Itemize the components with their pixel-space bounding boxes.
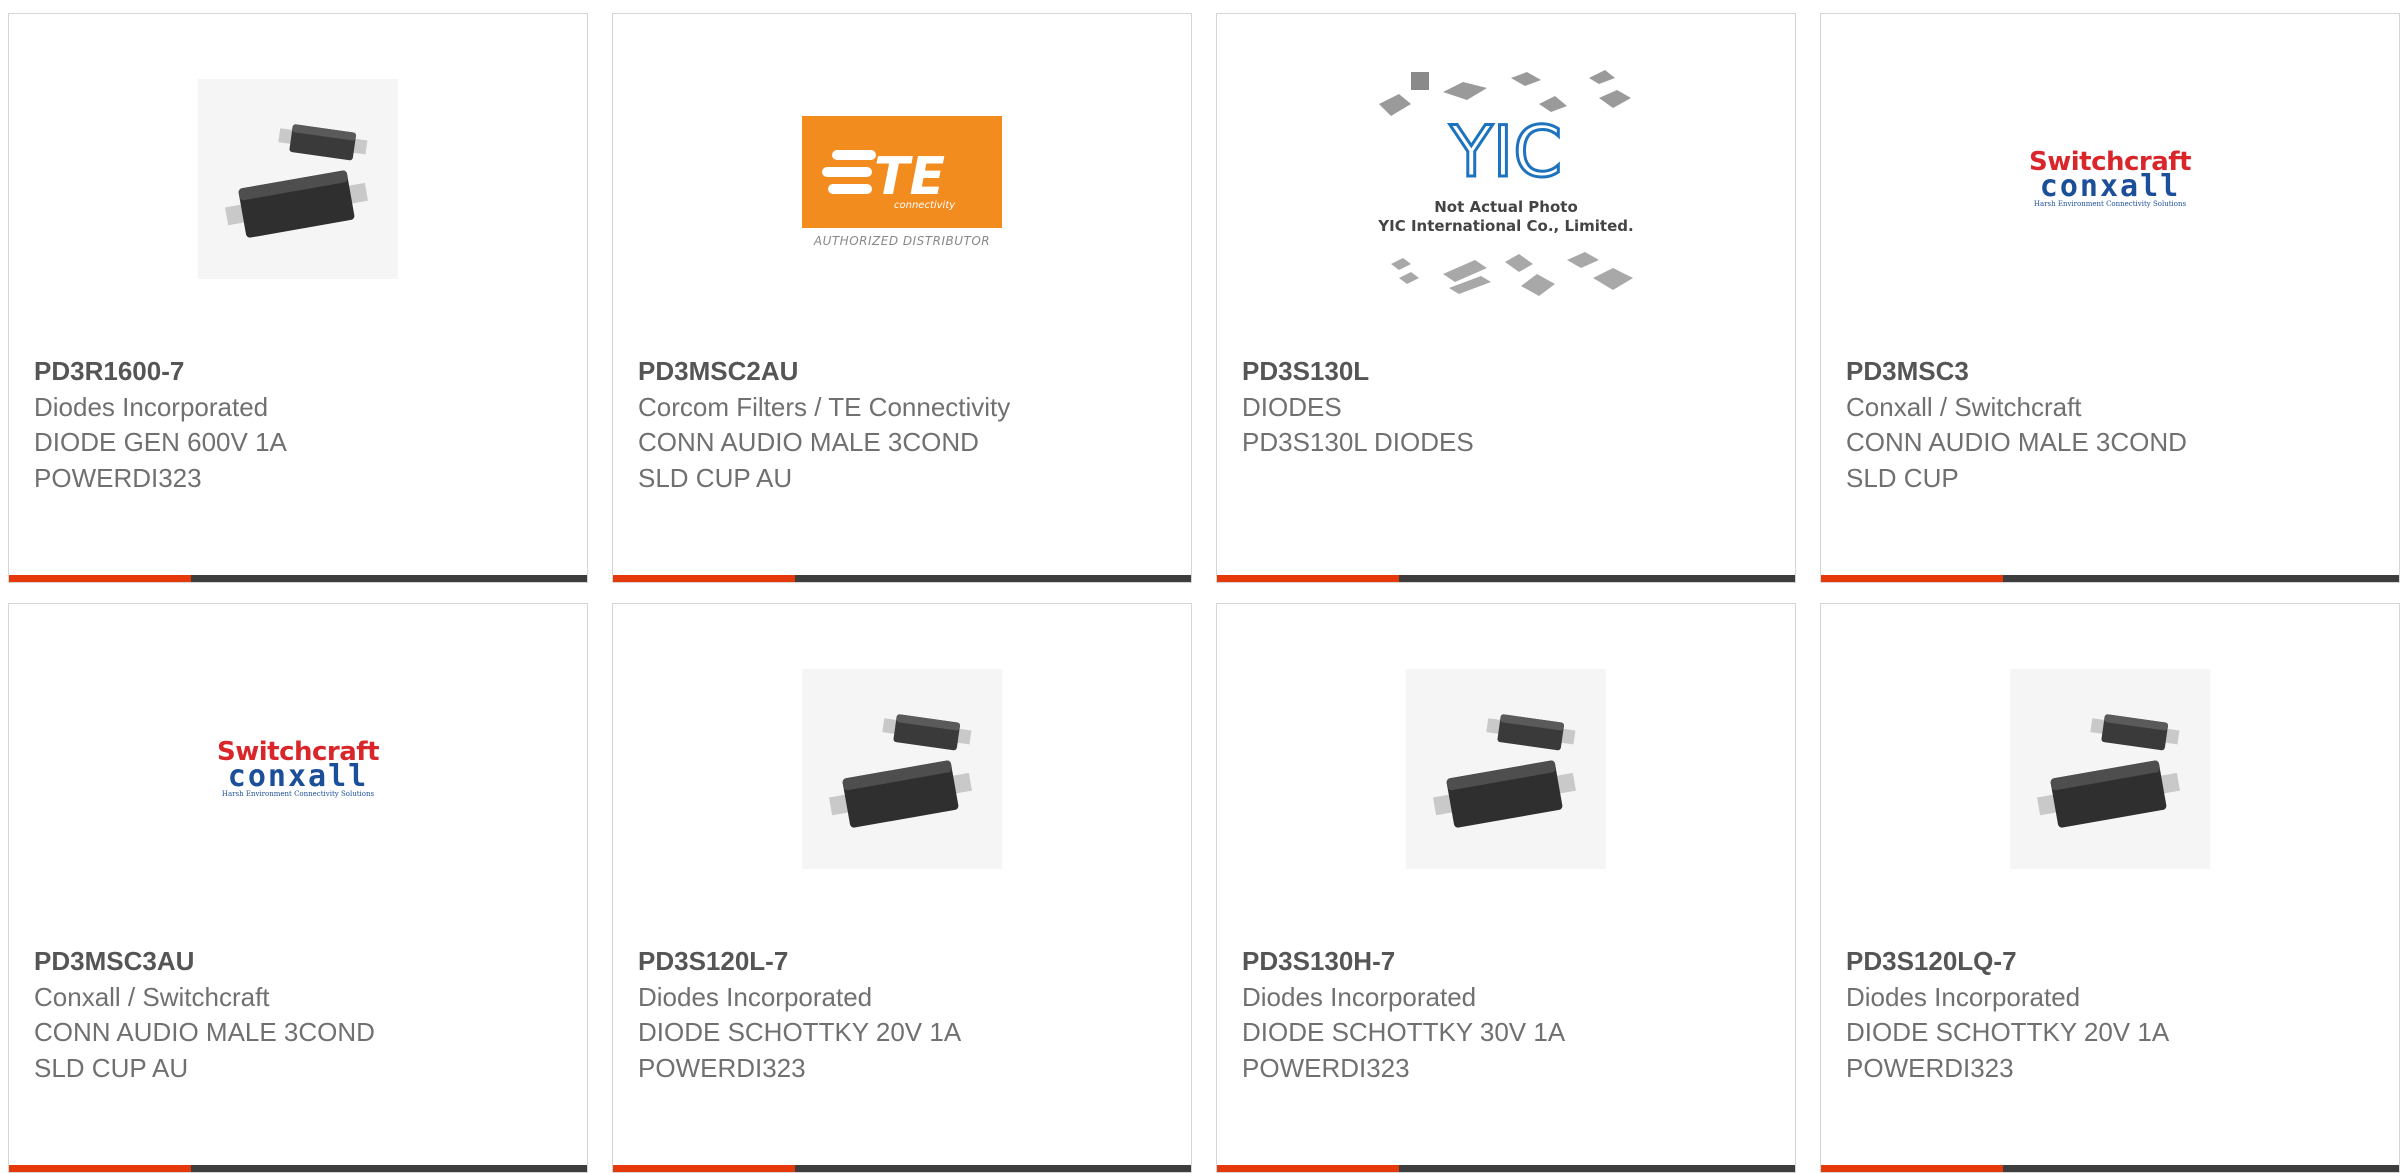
description-line1: DIODE SCHOTTKY 30V 1A	[1242, 1017, 1566, 1047]
product-text: PD3S130L DIODES PD3S130L DIODES	[1242, 354, 1775, 461]
product-image[interactable]	[9, 14, 587, 344]
product-image[interactable]: Switchcraft conxall Harsh Environment Co…	[1821, 14, 2399, 344]
product-text: PD3MSC3 Conxall / Switchcraft CONN AUDIO…	[1846, 354, 2379, 496]
part-number[interactable]: PD3S120L-7	[638, 944, 1171, 980]
te-logo-box: TE connectivity	[802, 115, 1002, 228]
product-grid: PD3R1600-7 Diodes Incorporated DIODE GEN…	[8, 13, 2400, 1173]
switchcraft-conxall-logo: Switchcraft conxall Harsh Environment Co…	[193, 739, 403, 799]
card-bottom-bar	[1821, 575, 2399, 582]
card-accent	[1217, 1165, 1399, 1172]
description-line1: CONN AUDIO MALE 3COND	[638, 427, 979, 457]
description-line1: DIODE SCHOTTKY 20V 1A	[638, 1017, 962, 1047]
svg-text:YIC: YIC	[1449, 111, 1562, 193]
description-line1: DIODE GEN 600V 1A	[34, 427, 287, 457]
yic-placeholder: YIC Not Actual Photo YIC International C…	[1371, 64, 1641, 314]
placeholder-line2: YIC International Co., Limited.	[1378, 217, 1634, 235]
logo-subtitle: Harsh Environment Connectivity Solutions	[2033, 200, 2187, 208]
product-text: PD3S120LQ-7 Diodes Incorporated DIODE SC…	[1846, 944, 2379, 1086]
description-line2: POWERDI323	[34, 462, 202, 493]
diode-package-icon	[1406, 669, 1606, 869]
card-accent	[1821, 1165, 2003, 1172]
product-text: PD3S130H-7 Diodes Incorporated DIODE SCH…	[1242, 944, 1775, 1086]
card-bottom-bar	[1217, 1165, 1795, 1172]
description-line2: SLD CUP AU	[34, 1052, 189, 1083]
card-accent	[1821, 575, 2003, 582]
manufacturer: Diodes Incorporated	[34, 391, 269, 422]
part-number[interactable]: PD3S130H-7	[1242, 944, 1775, 980]
manufacturer: Corcom Filters / TE Connectivity	[638, 391, 1011, 422]
logo-subtitle: Harsh Environment Connectivity Solutions	[221, 790, 375, 798]
product-image[interactable]: YIC Not Actual Photo YIC International C…	[1217, 14, 1795, 344]
description-line1: CONN AUDIO MALE 3COND	[34, 1017, 375, 1047]
card-accent	[9, 575, 191, 582]
part-number[interactable]: PD3S130L	[1242, 354, 1775, 390]
product-card[interactable]: PD3S120L-7 Diodes Incorporated DIODE SCH…	[612, 603, 1192, 1173]
manufacturer: DIODES	[1242, 391, 1342, 422]
manufacturer: Conxall / Switchcraft	[34, 981, 270, 1012]
card-bottom-bar	[613, 1165, 1191, 1172]
manufacturer: Diodes Incorporated	[1242, 981, 1477, 1012]
product-card[interactable]: Switchcraft conxall Harsh Environment Co…	[1820, 13, 2400, 583]
manufacturer: Diodes Incorporated	[1846, 981, 2081, 1012]
card-accent	[613, 575, 795, 582]
product-text: PD3R1600-7 Diodes Incorporated DIODE GEN…	[34, 354, 567, 496]
svg-text:TE: TE	[874, 147, 945, 207]
description-line2: POWERDI323	[638, 1052, 806, 1083]
part-number[interactable]: PD3S120LQ-7	[1846, 944, 2379, 980]
product-image[interactable]: TE connectivity AUTHORIZED DISTRIBUTOR	[613, 14, 1191, 344]
product-card[interactable]: PD3S120LQ-7 Diodes Incorporated DIODE SC…	[1820, 603, 2400, 1173]
switchcraft-conxall-logo: Switchcraft conxall Harsh Environment Co…	[2005, 149, 2215, 209]
part-number[interactable]: PD3MSC3	[1846, 354, 2379, 390]
card-accent	[1217, 575, 1399, 582]
product-card[interactable]: PD3S130H-7 Diodes Incorporated DIODE SCH…	[1216, 603, 1796, 1173]
diode-package-icon	[2010, 669, 2210, 869]
svg-text:connectivity: connectivity	[894, 200, 956, 211]
product-card[interactable]: Switchcraft conxall Harsh Environment Co…	[8, 603, 588, 1173]
product-card[interactable]: PD3R1600-7 Diodes Incorporated DIODE GEN…	[8, 13, 588, 583]
card-bottom-bar	[9, 1165, 587, 1172]
description-line1: DIODE SCHOTTKY 20V 1A	[1846, 1017, 2170, 1047]
card-accent	[9, 1165, 191, 1172]
placeholder-line1: Not Actual Photo	[1434, 198, 1578, 216]
product-image[interactable]: Switchcraft conxall Harsh Environment Co…	[9, 604, 587, 934]
product-image[interactable]	[1821, 604, 2399, 934]
conxall-wordmark: conxall	[227, 759, 369, 794]
te-logo-icon: TE connectivity	[822, 147, 956, 211]
card-bottom-bar	[9, 575, 587, 582]
diode-package-icon	[802, 669, 1002, 869]
card-accent	[613, 1165, 795, 1172]
description-line1: PD3S130L DIODES	[1242, 427, 1474, 457]
te-tagline: AUTHORIZED DISTRIBUTOR	[813, 233, 991, 248]
product-image[interactable]	[613, 604, 1191, 934]
card-bottom-bar	[1217, 575, 1795, 582]
diode-package-icon	[198, 79, 398, 279]
product-text: PD3MSC2AU Corcom Filters / TE Connectivi…	[638, 354, 1171, 496]
description-line1: CONN AUDIO MALE 3COND	[1846, 427, 2187, 457]
description-line2: POWERDI323	[1846, 1052, 2014, 1083]
product-text: PD3S120L-7 Diodes Incorporated DIODE SCH…	[638, 944, 1171, 1086]
description-line2: SLD CUP	[1846, 462, 1959, 493]
card-bottom-bar	[1821, 1165, 2399, 1172]
product-card[interactable]: YIC Not Actual Photo YIC International C…	[1216, 13, 1796, 583]
card-bottom-bar	[613, 575, 1191, 582]
part-number[interactable]: PD3MSC2AU	[638, 354, 1171, 390]
chip-packages-icon: YIC	[1379, 70, 1633, 296]
product-card[interactable]: TE connectivity AUTHORIZED DISTRIBUTOR P…	[612, 13, 1192, 583]
part-number[interactable]: PD3R1600-7	[34, 354, 567, 390]
product-image[interactable]	[1217, 604, 1795, 934]
product-text: PD3MSC3AU Conxall / Switchcraft CONN AUD…	[34, 944, 567, 1086]
description-line2: POWERDI323	[1242, 1052, 1410, 1083]
manufacturer: Conxall / Switchcraft	[1846, 391, 2082, 422]
te-connectivity-logo: TE connectivity AUTHORIZED DISTRIBUTOR	[799, 115, 1005, 248]
part-number[interactable]: PD3MSC3AU	[34, 944, 567, 980]
description-line2: SLD CUP AU	[638, 462, 793, 493]
conxall-wordmark: conxall	[2039, 169, 2181, 204]
manufacturer: Diodes Incorporated	[638, 981, 873, 1012]
placeholder-caption: Not Actual Photo YIC International Co., …	[1371, 198, 1641, 236]
